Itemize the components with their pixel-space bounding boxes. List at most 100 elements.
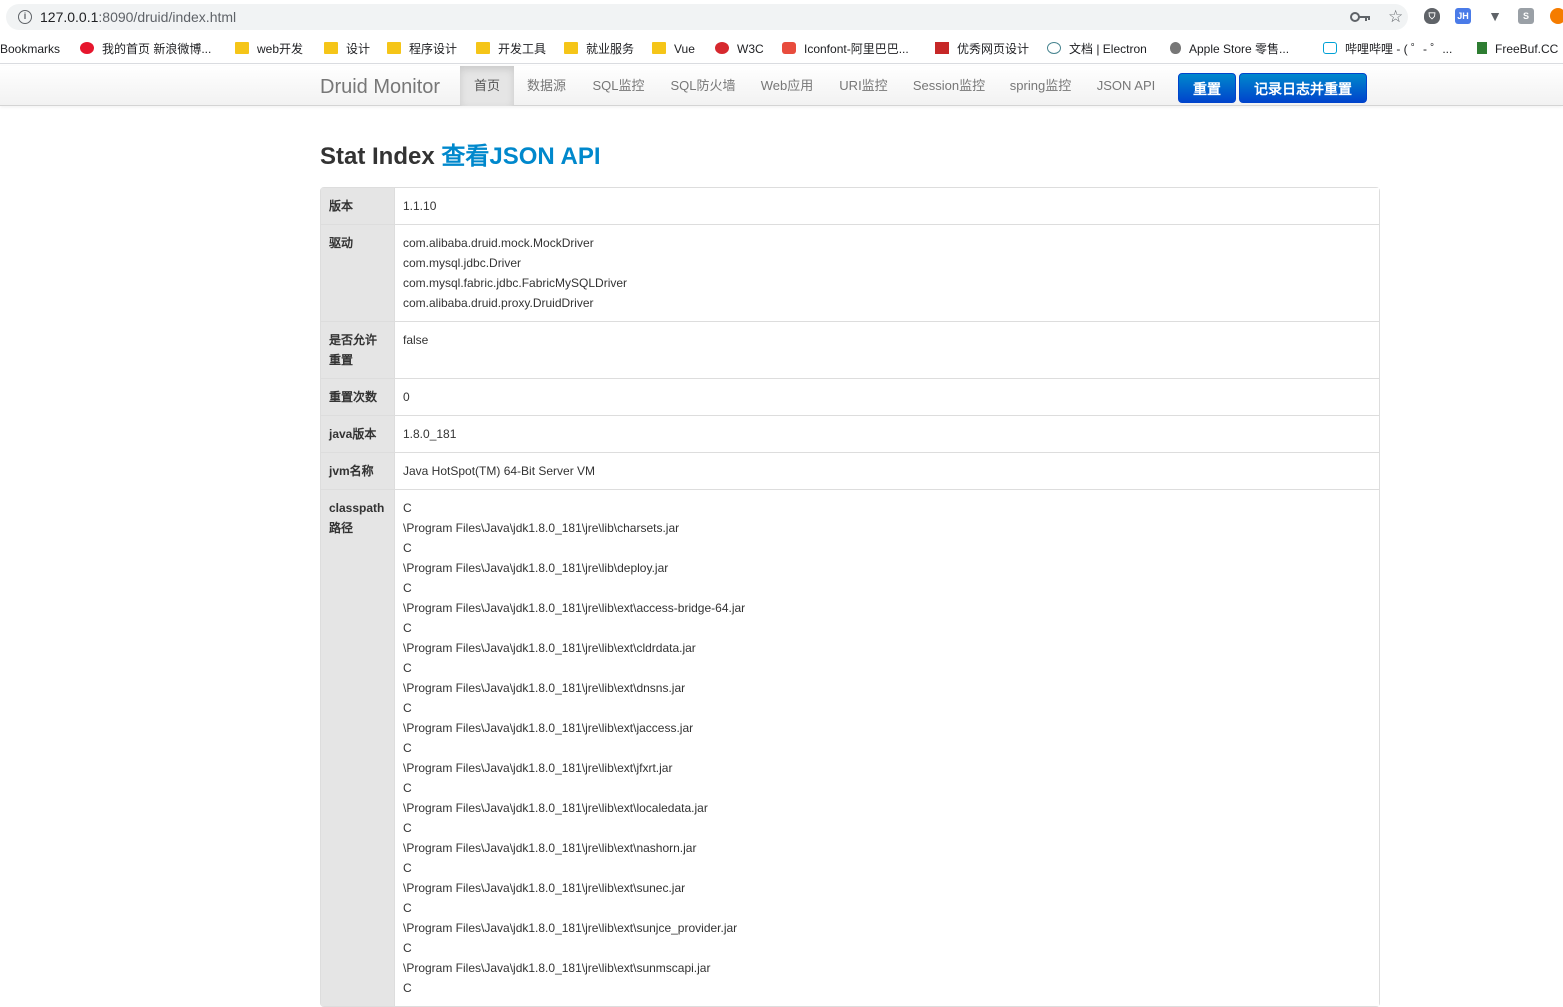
bookmark-label: 程序设计 (409, 42, 458, 56)
classpath-item: \Program Files\Java\jdk1.8.0_181\jre\lib… (403, 961, 711, 975)
bookmark-vue[interactable]: Vue (652, 41, 695, 57)
vue-devtools-icon[interactable]: ▼ (1487, 8, 1503, 24)
table-row: java版本 1.8.0_181 (321, 415, 1379, 452)
classpath-item: \Program Files\Java\jdk1.8.0_181\jre\lib… (403, 801, 708, 815)
info-icon[interactable]: i (18, 10, 32, 24)
bookmark-apple-store[interactable]: Apple Store 零售... (1170, 41, 1289, 57)
bookmarks-bar: Bookmarks 我的首页 新浪微博... web开发 设计 程序设计 开发工… (0, 34, 1563, 64)
classpath-item: \Program Files\Java\jdk1.8.0_181\jre\lib… (403, 881, 686, 895)
classpath-item: C (403, 701, 412, 715)
bookmark-label: 开发工具 (498, 42, 547, 56)
classpath-value: C \Program Files\Java\jdk1.8.0_181\jre\l… (394, 489, 1379, 1006)
bookmark-label: W3C (737, 42, 764, 56)
freebuf-icon (1477, 42, 1487, 54)
bookmark-weibo[interactable]: 我的首页 新浪微博... (80, 41, 211, 57)
classpath-item: C (403, 861, 412, 875)
bookmark-iconfont[interactable]: Iconfont-阿里巴巴... (782, 41, 909, 57)
drivers-value: com.alibaba.druid.mock.MockDriver com.my… (394, 224, 1379, 321)
classpath-item: \Program Files\Java\jdk1.8.0_181\jre\lib… (403, 601, 746, 615)
title-text: Stat Index (320, 143, 435, 170)
nav-sql-monitor[interactable]: SQL监控 (579, 66, 658, 106)
electron-icon (1047, 42, 1061, 54)
bookmark-label: Vue (674, 42, 695, 56)
table-row: classpath路径 C \Program Files\Java\jdk1.8… (321, 489, 1379, 1006)
nav-datasource[interactable]: 数据源 (514, 66, 579, 106)
bookmark-web-design[interactable]: 优秀网页设计 (935, 41, 1029, 57)
bookmark-freebuf[interactable]: FreeBuf.CC (1477, 41, 1558, 57)
table-row: 重置次数 0 (321, 378, 1379, 415)
bookmark-web-dev[interactable]: web开发 (235, 41, 303, 57)
browser-address-row: i 127.0.0.1:8090/druid/index.html ☆ ⛉ JH… (0, 0, 1563, 34)
jh-extension-icon[interactable]: JH (1455, 8, 1471, 24)
bookmark-w3c[interactable]: W3C (715, 41, 764, 57)
log-and-reset-button[interactable]: 记录日志并重置 (1239, 73, 1367, 103)
jvm-name-value: Java HotSpot(TM) 64-Bit Server VM (394, 452, 1379, 489)
bookmark-label: 设计 (346, 42, 371, 56)
bookmark-label: Apple Store 零售... (1189, 42, 1290, 56)
table-row: jvm名称 Java HotSpot(TM) 64-Bit Server VM (321, 452, 1379, 489)
bookmark-design[interactable]: 设计 (324, 41, 370, 57)
table-row: 版本 1.1.10 (321, 188, 1379, 224)
nav-home[interactable]: 首页 (460, 66, 514, 106)
bookmark-electron[interactable]: 文档 | Electron (1047, 41, 1147, 57)
classpath-item: C (403, 581, 412, 595)
classpath-item: C (403, 621, 412, 635)
stat-table: 版本 1.1.10 驱动 com.alibaba.druid.mock.Mock… (320, 187, 1380, 1007)
drivers-label: 驱动 (321, 224, 394, 321)
java-version-value: 1.8.0_181 (394, 415, 1379, 452)
w3c-icon (715, 42, 729, 54)
folder-icon (235, 42, 249, 54)
nav-sql-firewall[interactable]: SQL防火墙 (658, 66, 748, 106)
folder-icon (564, 42, 578, 54)
nav-web-app[interactable]: Web应用 (748, 66, 826, 106)
driver-item: com.mysql.fabric.jdbc.FabricMySQLDriver (403, 276, 628, 290)
classpath-item: \Program Files\Java\jdk1.8.0_181\jre\lib… (403, 561, 669, 575)
shield-extension-icon[interactable]: ⛉ (1424, 8, 1440, 24)
bookmark-label: Bookmarks (0, 42, 61, 56)
bookmark-label: 我的首页 新浪微博... (102, 42, 212, 56)
table-row: 驱动 com.alibaba.druid.mock.MockDriver com… (321, 224, 1379, 321)
bookmark-label: web开发 (257, 42, 304, 56)
classpath-item: C (403, 661, 412, 675)
reset-button[interactable]: 重置 (1178, 73, 1236, 103)
classpath-item: C (403, 901, 412, 915)
reset-count-label: 重置次数 (321, 378, 394, 415)
nav-spring-monitor[interactable]: spring监控 (997, 66, 1084, 106)
brand-title[interactable]: Druid Monitor (320, 75, 440, 99)
classpath-item: \Program Files\Java\jdk1.8.0_181\jre\lib… (403, 841, 697, 855)
java-version-label: java版本 (321, 415, 394, 452)
driver-item: com.alibaba.druid.proxy.DruidDriver (403, 296, 594, 310)
bookmark-label: 文档 | Electron (1069, 42, 1147, 56)
bookmark-label: FreeBuf.CC (1495, 42, 1559, 56)
version-value: 1.1.10 (394, 188, 1379, 224)
classpath-item: \Program Files\Java\jdk1.8.0_181\jre\lib… (403, 921, 738, 935)
address-bar[interactable]: i 127.0.0.1:8090/druid/index.html ☆ (6, 4, 1408, 30)
classpath-item: C (403, 941, 412, 955)
reset-count-value: 0 (394, 378, 1379, 415)
bookmark-star-icon[interactable]: ☆ (1388, 7, 1403, 27)
bookmark-label: 就业服务 (586, 42, 635, 56)
key-icon[interactable] (1350, 10, 1372, 24)
bookmark-dev-tools[interactable]: 开发工具 (476, 41, 546, 57)
folder-icon (387, 42, 401, 54)
url-text[interactable]: 127.0.0.1:8090/druid/index.html (40, 8, 236, 26)
driver-item: com.mysql.jdbc.Driver (403, 256, 522, 270)
version-label: 版本 (321, 188, 394, 224)
url-host: 127.0.0.1 (40, 9, 99, 25)
classpath-item: C (403, 541, 412, 555)
s-extension-icon[interactable]: S (1518, 8, 1534, 24)
design-icon (935, 42, 949, 54)
orange-extension-icon[interactable] (1550, 8, 1563, 24)
nav-json-api[interactable]: JSON API (1084, 66, 1168, 106)
bookmark-bilibili[interactable]: 哔哩哔哩 - ( ゜- ゜... (1323, 41, 1452, 57)
nav-session-monitor[interactable]: Session监控 (901, 66, 997, 106)
nav-uri-monitor[interactable]: URI监控 (826, 66, 901, 106)
classpath-item: C (403, 821, 412, 835)
bookmarks-label[interactable]: Bookmarks (0, 41, 60, 57)
bilibili-icon (1323, 42, 1337, 54)
bookmark-programming[interactable]: 程序设计 (387, 41, 457, 57)
jvm-name-label: jvm名称 (321, 452, 394, 489)
bookmark-jobs[interactable]: 就业服务 (564, 41, 634, 57)
folder-icon (324, 42, 338, 54)
json-api-link[interactable]: 查看JSON API (441, 143, 600, 170)
